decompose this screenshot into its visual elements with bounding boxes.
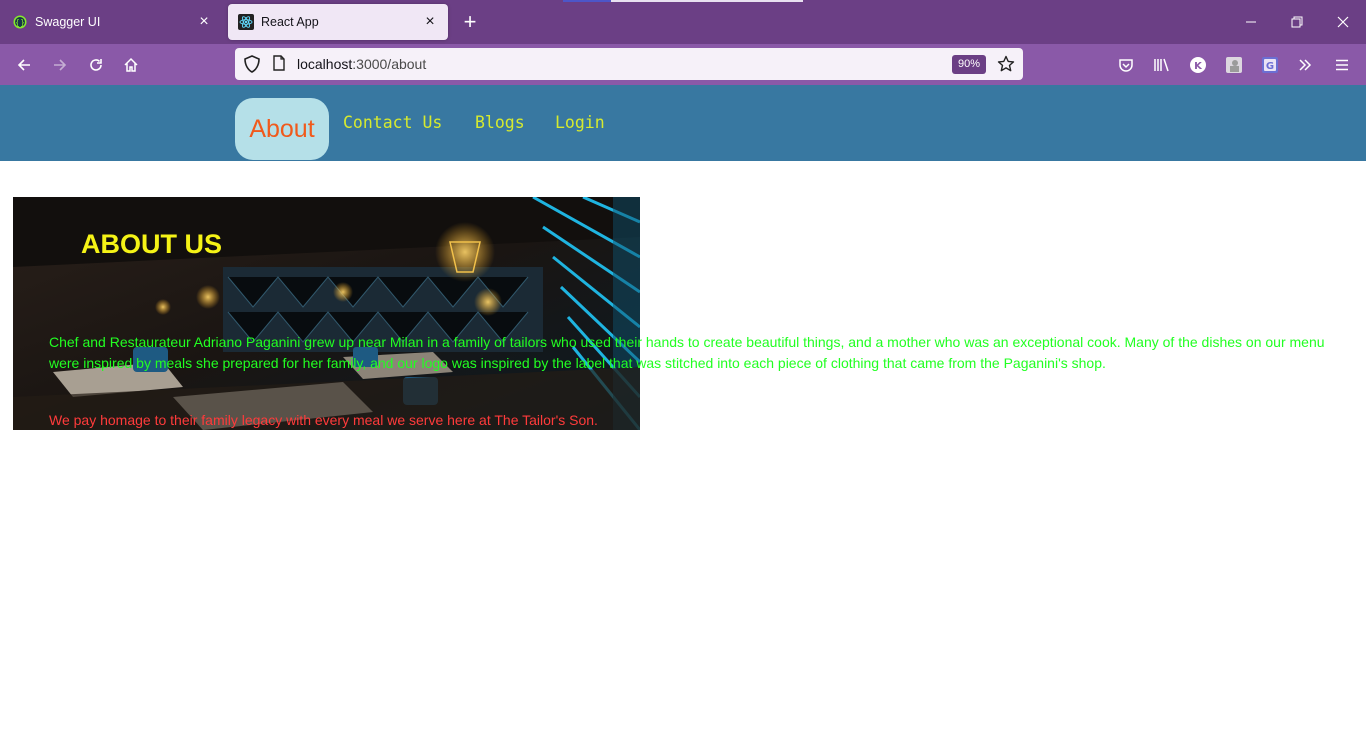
address-bar[interactable]: localhost:3000/about 90% <box>235 48 1023 80</box>
zoom-level-badge[interactable]: 90% <box>952 55 987 74</box>
tab-strip-indicator <box>563 0 803 2</box>
close-window-icon[interactable] <box>1333 12 1353 32</box>
nav-link-about[interactable]: About <box>235 98 329 160</box>
svg-text:K: K <box>1194 61 1203 72</box>
url-text[interactable]: localhost:3000/about <box>297 56 426 72</box>
page-info-icon[interactable] <box>271 54 287 77</box>
pocket-icon[interactable] <box>1115 54 1137 76</box>
react-icon <box>238 14 254 30</box>
close-tab-icon[interactable]: × <box>196 14 212 30</box>
close-tab-icon[interactable]: × <box>422 14 438 30</box>
site-header: About Contact Us Blogs Login <box>0 85 1366 161</box>
about-title: ABOUT US <box>81 229 222 259</box>
back-icon[interactable] <box>13 54 35 76</box>
swagger-icon: {} <box>12 14 28 30</box>
menu-hamburger-icon[interactable] <box>1331 54 1353 76</box>
forward-icon[interactable] <box>49 54 71 76</box>
about-legacy-text: We pay homage to their family legacy wit… <box>49 412 598 428</box>
overflow-chevron-icon[interactable] <box>1294 54 1316 76</box>
url-path: :3000/about <box>352 56 427 72</box>
nav-link-login[interactable]: Login <box>555 113 605 132</box>
tab-swagger-ui[interactable]: {} Swagger UI × <box>2 4 222 40</box>
restore-icon[interactable] <box>1287 12 1307 32</box>
url-host: localhost <box>297 56 353 72</box>
tab-title: Swagger UI <box>35 15 101 29</box>
extension-icon[interactable] <box>1223 54 1245 76</box>
tab-title: React App <box>261 15 319 29</box>
minimize-icon[interactable] <box>1241 12 1261 32</box>
svg-text:G: G <box>1266 61 1274 72</box>
bookmark-star-icon[interactable] <box>996 54 1016 74</box>
new-tab-button[interactable]: + <box>458 11 482 35</box>
reload-icon[interactable] <box>85 54 107 76</box>
nav-link-contact[interactable]: Contact Us <box>343 113 442 132</box>
browser-toolbar: localhost:3000/about 90% K G <box>0 44 1366 85</box>
browser-tab-strip: {} Swagger UI × React App × + <box>0 0 1366 44</box>
account-k-icon[interactable]: K <box>1187 54 1209 76</box>
library-icon[interactable] <box>1151 54 1173 76</box>
tab-react-app[interactable]: React App × <box>228 4 448 40</box>
tracking-protection-icon[interactable] <box>243 54 261 79</box>
svg-text:{}: {} <box>15 18 25 27</box>
about-paragraph: Chef and Restaurateur Adriano Paganini g… <box>49 334 1325 371</box>
home-icon[interactable] <box>120 54 142 76</box>
nav-link-blogs[interactable]: Blogs <box>475 113 525 132</box>
extension-g-icon[interactable]: G <box>1259 54 1281 76</box>
